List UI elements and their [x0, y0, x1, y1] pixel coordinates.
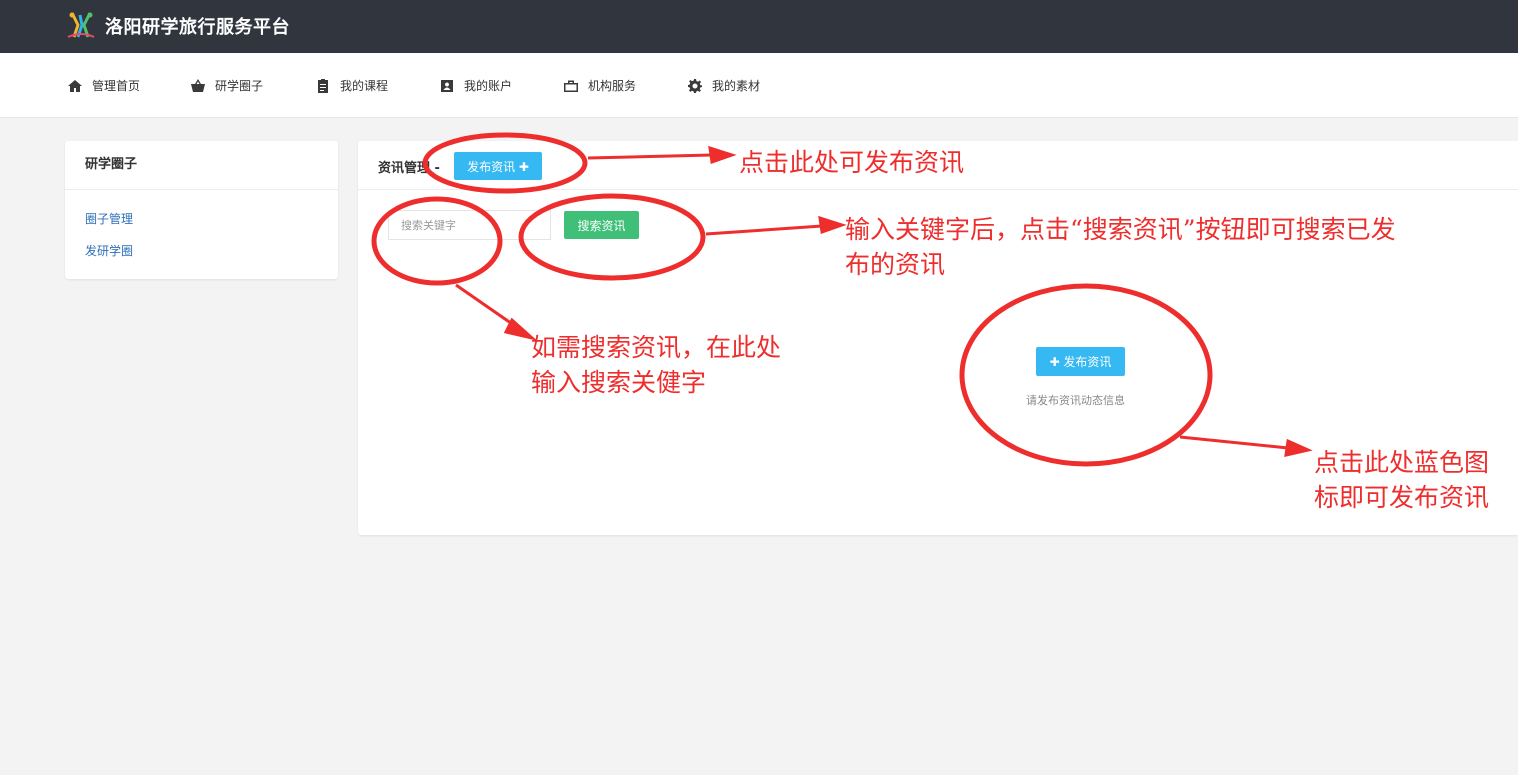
- panel-title: 资讯管理 -: [378, 161, 440, 176]
- nav-item-label: 我的素材: [712, 79, 761, 93]
- nav-item-account[interactable]: 我的账户: [439, 53, 512, 118]
- top-header: 洛阳研学旅行服务平台: [0, 0, 1518, 53]
- gear-icon: [688, 78, 702, 93]
- sidebar-panel: 研学圈子 圈子管理 发研学圈: [65, 141, 338, 279]
- nav-item-label: 我的账户: [464, 79, 513, 93]
- platform-logo-icon: [67, 12, 95, 38]
- nav-item-circle[interactable]: 研学圈子: [190, 53, 263, 118]
- search-news-button[interactable]: 搜索资讯: [564, 211, 639, 239]
- nav-item-home[interactable]: 管理首页: [67, 53, 140, 118]
- annotation-search-button-line1: 输入关键字后，点击“搜索资讯”按钮即可搜索已发: [845, 215, 1396, 244]
- nav-item-label: 机构服务: [588, 79, 637, 93]
- nav-item-label: 研学圈子: [215, 79, 264, 93]
- annotation-search-button-line2: 布的资讯: [845, 250, 946, 279]
- site-title: 洛阳研学旅行服务平台: [105, 17, 290, 38]
- sidebar-link-circle-manage[interactable]: 圈子管理: [85, 210, 133, 227]
- center-publish-news-button[interactable]: ✚ 发布资讯: [1036, 347, 1125, 376]
- publish-news-button[interactable]: 发布资讯 ✚: [454, 152, 542, 180]
- nav-item-materials[interactable]: 我的素材: [687, 53, 760, 118]
- nav-item-label: 我的课程: [340, 79, 389, 93]
- nav-item-courses[interactable]: 我的课程: [315, 53, 388, 118]
- main-nav: 管理首页 研学圈子 我的课程 我的账户 机构服务 我的素材: [0, 53, 1518, 118]
- basket-icon: [191, 78, 205, 92]
- clipboard-icon: [318, 78, 328, 93]
- account-icon: [441, 79, 453, 92]
- annotation-center-button-line1: 点击此处蓝色图: [1314, 448, 1490, 477]
- briefcase-icon: [564, 80, 578, 92]
- nav-item-label: 管理首页: [92, 79, 141, 93]
- annotation-publish-top: 点击此处可发布资讯: [739, 148, 965, 177]
- sidebar-title: 研学圈子: [65, 141, 338, 190]
- nav-item-services[interactable]: 机构服务: [563, 53, 636, 118]
- annotation-search-input-line1: 如需搜索资讯，在此处: [531, 333, 782, 362]
- annotation-search-input-line2: 输入搜索关健字: [531, 368, 707, 397]
- annotation-center-button-line2: 标即可发布资讯: [1314, 483, 1490, 512]
- keyword-search-input[interactable]: [388, 210, 551, 240]
- empty-state-hint: 请发布资讯动态信息: [1026, 394, 1125, 407]
- sidebar-link-post-circle[interactable]: 发研学圈: [85, 242, 133, 259]
- home-icon: [68, 79, 82, 92]
